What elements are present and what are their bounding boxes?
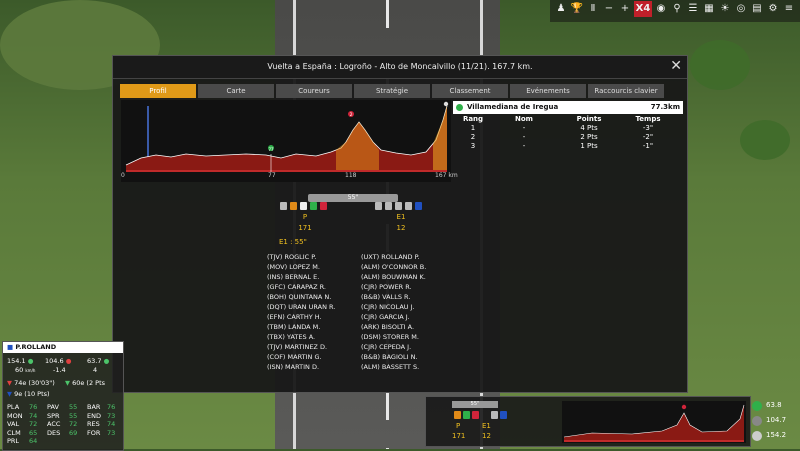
sprint-panel: Villamediana de Iregua 77.3km Rang Nom Poi… (453, 101, 683, 151)
camera-icon[interactable]: ◉ (654, 1, 668, 17)
list-item[interactable]: (TJV) MARTINEZ D. (267, 342, 335, 352)
jersey-icon (320, 202, 327, 210)
mini-jerseys (454, 411, 507, 419)
breakaway-count: 12 (396, 224, 406, 232)
bike-icon[interactable]: ⚲ (670, 1, 684, 17)
list-item[interactable]: (DSM) STORER M. (361, 332, 426, 342)
tab-carte[interactable]: Carte (198, 84, 274, 98)
jersey-icon (310, 202, 317, 210)
speed-x4-button[interactable]: X4 (634, 1, 652, 17)
jersey-icon (290, 202, 297, 210)
distance-icon (752, 415, 762, 426)
gap-bar: 55" (308, 194, 398, 202)
team-icon[interactable]: ☰ (686, 1, 700, 17)
sprint-header: Villamediana de Iregua 77.3km (453, 101, 683, 114)
list-item[interactable]: (DQT) URAN URAN R. (267, 302, 335, 312)
list-item[interactable]: (B&B) VALLS R. (361, 292, 426, 302)
jersey-icon (405, 202, 412, 210)
rider-icon[interactable]: ♟ (554, 1, 568, 17)
trophy-icon[interactable]: 🏆 (570, 1, 584, 17)
peloton-riders: (TJV) ROGLIC P. (MOV) LOPEZ M. (INS) BER… (267, 252, 335, 372)
list-item[interactable]: (CJR) POWER R. (361, 282, 426, 292)
svg-text:77: 77 (268, 147, 274, 152)
map-icon[interactable]: ▦ (702, 1, 716, 17)
list-item[interactable]: (CJR) CEPEDA J. (361, 342, 426, 352)
list-item[interactable]: (TJV) ROGLIC P. (267, 252, 335, 262)
close-icon[interactable]: ✕ (670, 59, 682, 73)
list-item[interactable]: (BOH) QUINTANA N. (267, 292, 335, 302)
slower-icon[interactable]: − (602, 1, 616, 17)
tab-classement[interactable]: Classement (432, 84, 508, 98)
mini-panel[interactable]: 55" P 171 E1 12 (425, 396, 751, 447)
peloton-count: 171 (298, 224, 312, 232)
list-item[interactable]: (ALM) BOUWMAN K. (361, 272, 426, 282)
chart-icon[interactable]: ▤ (750, 1, 764, 17)
svg-text:2: 2 (350, 112, 353, 118)
jersey-icon (415, 202, 422, 210)
game-toolbar: ♟ 🏆 Ⅱ − + X4 ◉ ⚲ ☰ ▦ ☀ ◎ ▤ ⚙ ≡ (550, 0, 800, 22)
list-item[interactable]: (TBX) YATES A. (267, 332, 335, 342)
list-item[interactable]: (COF) MARTIN G. (267, 352, 335, 362)
list-item[interactable]: (CJR) GARCIA J. (361, 312, 426, 322)
mini-profile[interactable] (562, 401, 746, 443)
list-item[interactable]: (INS) BERNAL E. (267, 272, 335, 282)
tab-profil[interactable]: Profil (120, 84, 196, 98)
breakaway-jerseys (375, 202, 422, 210)
jersey-icon (300, 202, 307, 210)
tab-evenements[interactable]: Evénements (510, 84, 586, 98)
target-icon[interactable]: ◎ (734, 1, 748, 17)
race-stats: 63.8 104.7 154.2 (752, 398, 798, 443)
stage-window: Vuelta a España : Logroño - Alto de Monc… (112, 55, 688, 393)
weather-icon[interactable]: ☀ (718, 1, 732, 17)
list-item[interactable]: (GFC) CARAPAZ R. (267, 282, 335, 292)
list-item[interactable]: (ARK) BISOLTI A. (361, 322, 426, 332)
sprint-table: Rang Nom Points Temps 1-4 Pts -3" 2-2 Pts -2"… (462, 115, 661, 150)
list-item[interactable]: (EFN) CARTHY H. (267, 312, 335, 322)
km-label: 167 km (435, 172, 458, 179)
settings-icon[interactable]: ⚙ (766, 1, 780, 17)
tab-coureurs[interactable]: Coureurs (276, 84, 352, 98)
list-item[interactable]: (UXT) ROLLAND P. (361, 252, 426, 262)
km-label: 0 (121, 172, 125, 179)
window-title: Vuelta a España : Logroño - Alto de Monc… (113, 56, 687, 79)
jersey-icon (280, 202, 287, 210)
mini-gap: 55" (452, 401, 498, 408)
peloton-label: P (302, 213, 308, 221)
jersey-icon (385, 202, 392, 210)
money-icon (752, 400, 762, 411)
list-item[interactable]: (ISN) MARTIN D. (267, 362, 335, 372)
stage-profile[interactable]: 77 2 (121, 100, 451, 182)
tree (690, 40, 750, 90)
rider-attributes: PLA 76 PAV 55 BAR 76 MON 74 SPR 55 END 73 VAL 7… (7, 403, 116, 445)
tab-strategie[interactable]: Stratégie (354, 84, 430, 98)
km-label: 118 (345, 172, 357, 179)
km-label: 77 (268, 172, 276, 179)
rider-panel[interactable]: ■ P.ROLLAND 154.1 ● 104.6 ● 63.7 ● 60 km… (2, 341, 124, 451)
sprint-icon (456, 103, 463, 111)
list-item[interactable]: (MOV) LOPEZ M. (267, 262, 335, 272)
rider-name[interactable]: ■ P.ROLLAND (3, 342, 123, 353)
list-item[interactable]: (ALM) BASSETT S. (361, 362, 426, 372)
ecart-label: E1 : 55" (279, 238, 307, 246)
tab-bar: Profil Carte Coureurs Stratégie Classeme… (120, 84, 664, 98)
breakaway-riders: (UXT) ROLLAND P. (ALM) O'CONNOR B. (ALM)… (361, 252, 426, 372)
list-item[interactable]: (CJR) NICOLAU J. (361, 302, 426, 312)
tree (740, 120, 790, 160)
finish-flag-icon (752, 430, 762, 441)
finish-marker-icon[interactable] (443, 101, 449, 107)
list-item[interactable]: (ALM) O'CONNOR B. (361, 262, 426, 272)
list-item[interactable]: (B&B) BAGIOLI N. (361, 352, 426, 362)
jersey-icon (375, 202, 382, 210)
peloton-jerseys (280, 202, 327, 210)
breakaway-label: E1 (396, 213, 406, 221)
tab-raccourcis[interactable]: Raccourcis clavier (588, 84, 664, 98)
jersey-icon (395, 202, 402, 210)
faster-icon[interactable]: + (618, 1, 632, 17)
pause-icon[interactable]: Ⅱ (586, 1, 600, 17)
list-item[interactable]: (TBM) LANDA M. (267, 322, 335, 332)
menu-icon[interactable]: ≡ (782, 1, 796, 17)
